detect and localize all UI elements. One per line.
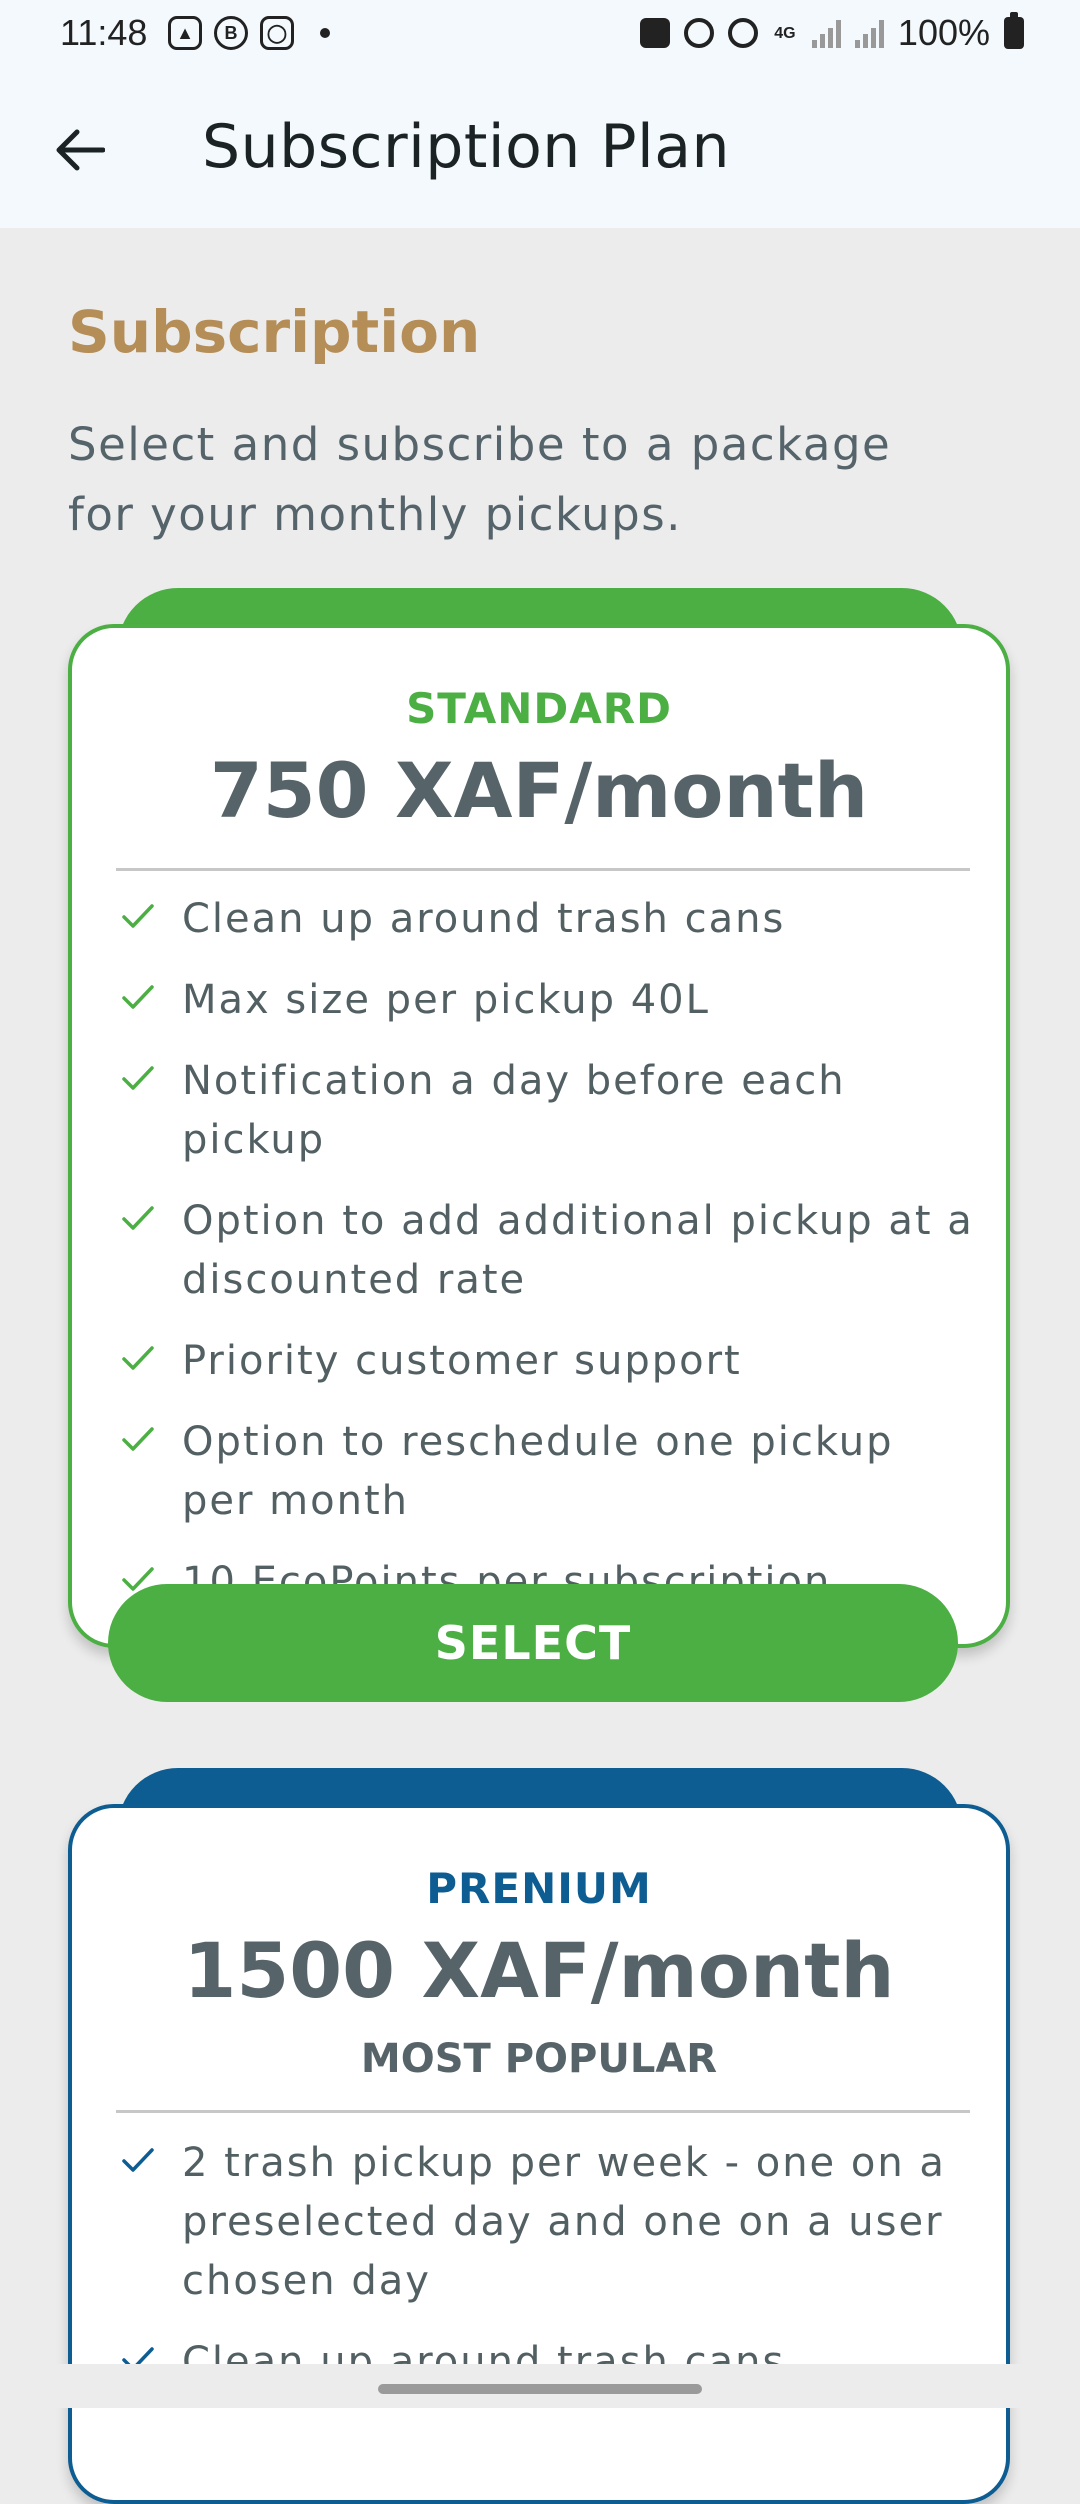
back-button[interactable] <box>40 110 120 190</box>
check-icon <box>122 1206 154 1230</box>
battery-icon <box>1004 12 1024 49</box>
instagram-icon: ◯ <box>260 16 294 50</box>
app-bar: Subscription Plan <box>0 70 1080 228</box>
feature-item: 2 trash pickup per week - one on a prese… <box>120 2134 980 2311</box>
check-icon <box>122 2148 154 2172</box>
select-standard-button[interactable]: SELECT <box>108 1584 958 1702</box>
feature-item: Max size per pickup 40L <box>120 971 980 1030</box>
check-icon <box>122 1427 154 1451</box>
most-popular-badge: MOST POPULAR <box>360 2036 718 2082</box>
b-icon: B <box>214 16 248 50</box>
signal-icon-2 <box>854 18 884 48</box>
sim-icon <box>639 18 670 48</box>
divider <box>116 2110 970 2113</box>
image-icon: ▲ <box>168 16 202 50</box>
plan-price: 750 XAF/month <box>209 746 869 835</box>
notification-icons: ▲ B ◯ <box>168 16 330 50</box>
standard-plan-card[interactable]: STANDARD 750 XAF/month Clean up around t… <box>68 624 1010 1648</box>
check-icon <box>122 1066 154 1090</box>
section-description: Select and subscribe to a package for yo… <box>68 418 892 541</box>
divider <box>116 868 970 871</box>
feature-text: Option to reschedule one pickup per mont… <box>182 1419 894 1524</box>
plan-name: STANDARD <box>406 684 672 733</box>
feature-text: Priority customer support <box>182 1338 742 1384</box>
feature-item: Notification a day before each pickup <box>120 1052 980 1170</box>
feature-text: Max size per pickup 40L <box>182 977 710 1023</box>
arrow-left-icon <box>56 129 105 171</box>
feature-list: Clean up around trash cans Max size per … <box>120 890 980 1634</box>
status-time: 11:48 <box>60 12 148 53</box>
feature-item: Priority customer support <box>120 1332 980 1391</box>
home-gesture-bar[interactable] <box>378 2384 702 2394</box>
check-icon <box>122 904 154 928</box>
navigation-bar <box>0 2364 1080 2408</box>
hotspot-icon <box>727 18 758 48</box>
system-icons: 4G 100% <box>639 12 1024 54</box>
feature-item: Option to add additional pickup at a dis… <box>120 1192 980 1310</box>
feature-text: Clean up around trash cans <box>182 896 786 942</box>
check-icon <box>122 1346 154 1370</box>
feature-text: Option to add additional pickup at a dis… <box>182 1198 974 1303</box>
signal-icon <box>811 18 841 48</box>
status-bar: 11:48 ▲ B ◯ 4G 100% <box>0 0 1080 70</box>
network-type: 4G <box>774 24 796 42</box>
section-heading: Subscription <box>68 298 481 366</box>
feature-text: Notification a day before each pickup <box>182 1058 846 1163</box>
alarm-icon <box>683 18 714 48</box>
feature-item: Clean up around trash cans <box>120 890 980 949</box>
dot-icon <box>320 28 330 38</box>
feature-text: 2 trash pickup per week - one on a prese… <box>182 2140 946 2304</box>
plan-name: PRENIUM <box>426 1864 652 1913</box>
battery-percent: 100% <box>897 12 990 53</box>
page-title: Subscription Plan <box>202 112 731 182</box>
check-icon <box>122 985 154 1009</box>
feature-item: Option to reschedule one pickup per mont… <box>120 1413 980 1531</box>
plan-price: 1500 XAF/month <box>183 1926 895 2015</box>
